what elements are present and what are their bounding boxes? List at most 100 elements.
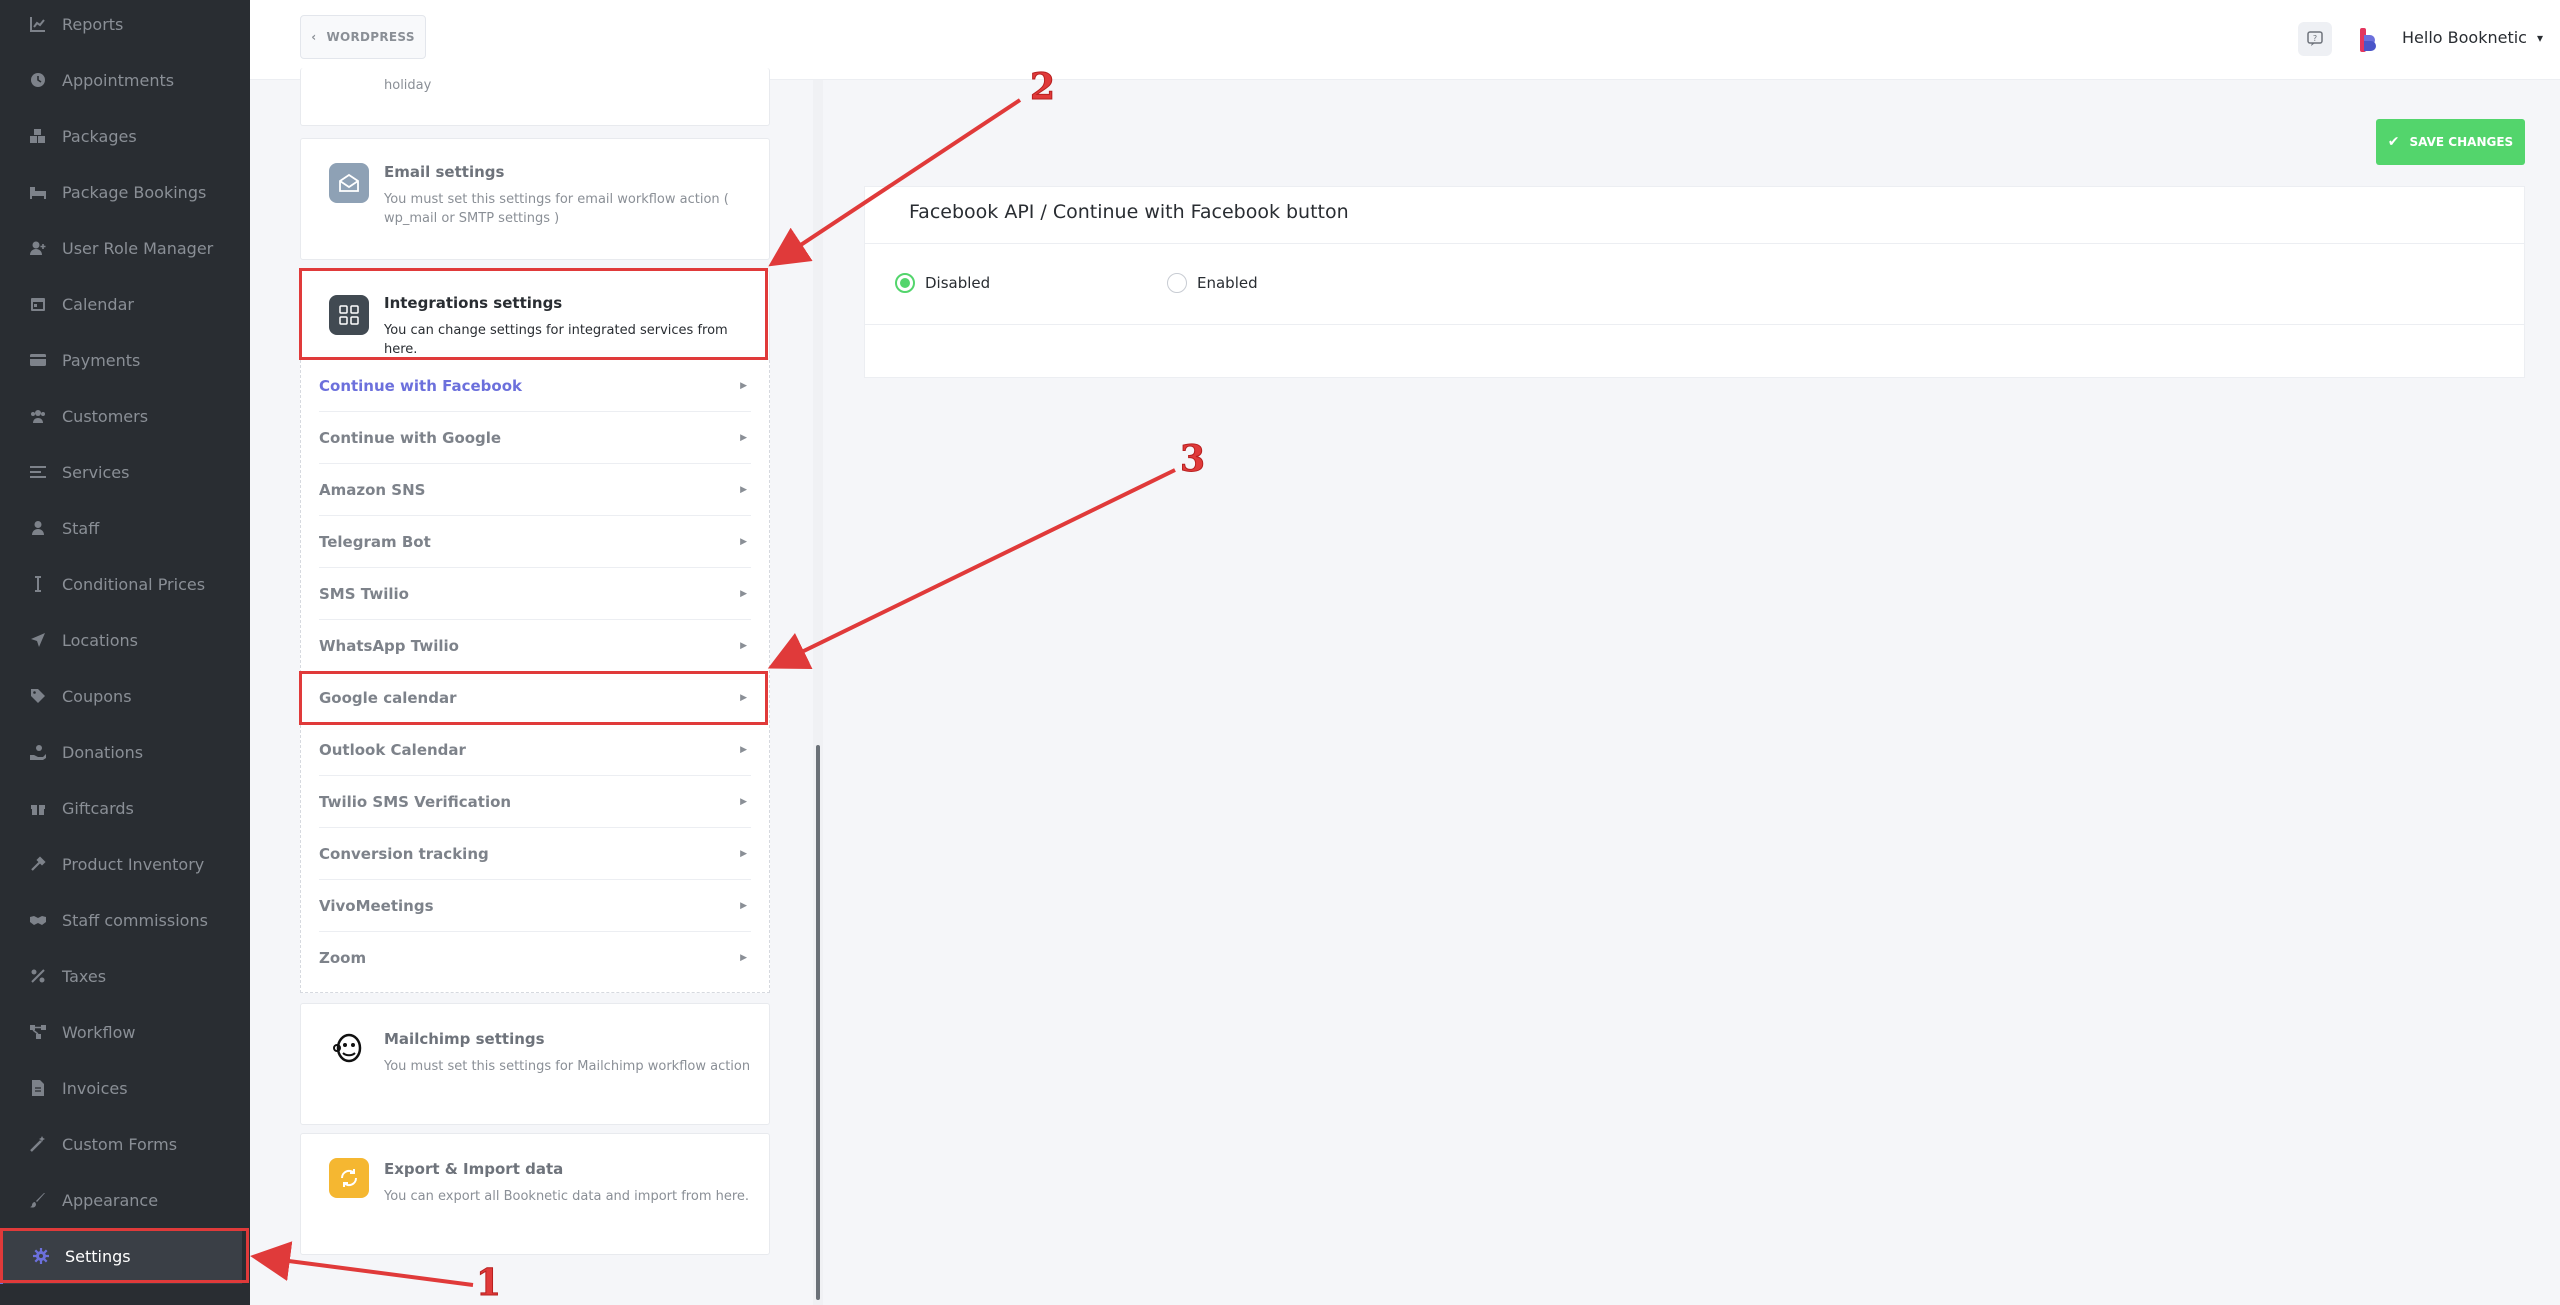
file-icon [30, 1080, 46, 1096]
submenu-item-label: Zoom [319, 949, 367, 967]
save-label: SAVE CHANGES [2409, 135, 2514, 149]
svg-text:?: ? [2313, 34, 2317, 43]
sidebar-item-packages[interactable]: Packages [0, 108, 242, 164]
submenu-item-continue-with-facebook[interactable]: Continue with Facebook ▶ [319, 360, 751, 412]
radio-dot [895, 273, 915, 293]
sidebar-item-label: Coupons [62, 686, 132, 706]
sidebar-item-staff[interactable]: Staff [0, 500, 242, 556]
sidebar-item-label: Invoices [62, 1078, 128, 1098]
bed-icon [30, 184, 46, 200]
sidebar-item-reports[interactable]: Reports [0, 0, 242, 52]
tag-icon [30, 688, 46, 704]
magic-icon [30, 1136, 46, 1152]
sidebar-item-label: Appearance [62, 1190, 159, 1210]
submenu-item-label: Continue with Facebook [319, 376, 523, 395]
caret-right-icon: ▶ [740, 848, 747, 859]
settings-menu-scrollbar[interactable] [813, 80, 823, 1305]
sidebar-item-locations[interactable]: Locations [0, 612, 242, 668]
sidebar-item-workflow[interactable]: Workflow [0, 1004, 242, 1060]
radio-label: Enabled [1197, 274, 1258, 292]
sidebar-item-custom-forms[interactable]: Custom Forms [0, 1116, 242, 1172]
sidebar-item-coupons[interactable]: Coupons [0, 668, 242, 724]
sidebar-item-invoices[interactable]: Invoices [0, 1060, 242, 1116]
radio-disabled[interactable]: Disabled [895, 273, 990, 293]
sidebar-item-giftcards[interactable]: Giftcards [0, 780, 242, 836]
chevron-left-icon: ‹ [311, 30, 317, 44]
submenu-item-sms-twilio[interactable]: SMS Twilio ▶ [319, 568, 751, 620]
sidebar-item-donations[interactable]: Donations [0, 724, 242, 780]
submenu-item-continue-with-google[interactable]: Continue with Google ▶ [319, 412, 751, 464]
submenu-item-twilio-sms-verification[interactable]: Twilio SMS Verification ▶ [319, 776, 751, 828]
panel-title: Facebook API / Continue with Facebook bu… [909, 201, 1349, 223]
card-title: Email settings [384, 163, 505, 181]
sidebar-item-label: Calendar [62, 294, 134, 314]
sidebar: Reports Appointments Packages Package Bo… [0, 0, 250, 1305]
sidebar-item-package-bookings[interactable]: Package Bookings [0, 164, 242, 220]
caret-right-icon: ▶ [740, 536, 747, 547]
submenu-item-amazon-sns[interactable]: Amazon SNS ▶ [319, 464, 751, 516]
annotation-highlight-integrations [299, 268, 768, 360]
sidebar-item-taxes[interactable]: Taxes [0, 948, 242, 1004]
calendar-icon [30, 296, 46, 312]
sidebar-item-label: Workflow [62, 1022, 136, 1042]
sidebar-item-label: Conditional Prices [62, 574, 206, 594]
settings-card-email[interactable]: Email settings You must set this setting… [300, 138, 770, 260]
sidebar-item-appearance[interactable]: Appearance [0, 1172, 242, 1228]
caret-right-icon: ▶ [740, 588, 747, 599]
settings-card-export-import[interactable]: Export & Import data You can export all … [300, 1133, 770, 1255]
submenu-item-telegram-bot[interactable]: Telegram Bot ▶ [319, 516, 751, 568]
help-icon: ? [2307, 31, 2323, 46]
facebook-toggle-options: Disabled Enabled [865, 243, 2524, 325]
sidebar-item-label: Donations [62, 742, 144, 762]
chevron-down-icon: ▾ [2536, 30, 2543, 45]
radio-enabled[interactable]: Enabled [1167, 273, 1258, 293]
submenu-item-zoom[interactable]: Zoom ▶ [319, 932, 751, 984]
submenu-item-outlook-calendar[interactable]: Outlook Calendar ▶ [319, 724, 751, 776]
annotation-number-3: 3 [1179, 438, 1206, 481]
card-description: holiday [384, 78, 432, 93]
sync-icon [329, 1158, 369, 1198]
sidebar-item-label: Reports [62, 14, 124, 34]
check-icon: ✔ [2387, 134, 2400, 150]
submenu-item-whatsapp-twilio[interactable]: WhatsApp Twilio ▶ [319, 620, 751, 672]
caret-right-icon: ▶ [740, 744, 747, 755]
facebook-settings-panel: Facebook API / Continue with Facebook bu… [864, 186, 2525, 378]
settings-card-holidays[interactable]: holiday [300, 68, 770, 126]
submenu-item-conversion-tracking[interactable]: Conversion tracking ▶ [319, 828, 751, 880]
caret-right-icon: ▶ [740, 380, 747, 391]
annotation-number-2: 2 [1029, 66, 1056, 109]
sidebar-item-appointments[interactable]: Appointments [0, 52, 242, 108]
settings-card-mailchimp[interactable]: Mailchimp settings You must set this set… [300, 1003, 770, 1125]
sidebar-item-product-inventory[interactable]: Product Inventory [0, 836, 242, 892]
card-description: You must set this settings for Mailchimp… [384, 1059, 751, 1074]
credit-card-icon [30, 352, 46, 368]
sidebar-item-label: Giftcards [62, 798, 134, 818]
sidebar-item-label: Taxes [62, 966, 107, 986]
sidebar-item-customers[interactable]: Customers [0, 388, 242, 444]
back-to-wordpress-button[interactable]: ‹ WORDPRESS [300, 15, 426, 59]
sidebar-item-services[interactable]: Services [0, 444, 242, 500]
submenu-item-vivomeetings[interactable]: VivoMeetings ▶ [319, 880, 751, 932]
help-button[interactable]: ? [2298, 22, 2332, 56]
sidebar-item-user-role-manager[interactable]: User Role Manager [0, 220, 242, 276]
submenu-item-label: VivoMeetings [319, 896, 434, 915]
caret-right-icon: ▶ [740, 640, 747, 651]
sidebar-item-label: Packages [62, 126, 137, 146]
sidebar-item-label: Locations [62, 630, 139, 650]
save-changes-button[interactable]: ✔ SAVE CHANGES [2376, 119, 2525, 165]
brush-icon [30, 1192, 46, 1208]
annotation-highlight-settings [0, 1228, 249, 1283]
submenu-item-label: Outlook Calendar [319, 740, 466, 759]
sidebar-item-label: Customers [62, 406, 149, 426]
submenu-item-label: SMS Twilio [319, 584, 409, 603]
user-greeting: Hello Booknetic [2402, 28, 2527, 47]
mailchimp-icon [329, 1028, 369, 1068]
sidebar-item-calendar[interactable]: Calendar [0, 276, 242, 332]
card-title: Export & Import data [384, 1160, 564, 1178]
sidebar-item-label: User Role Manager [62, 238, 214, 258]
sidebar-item-staff-commissions[interactable]: Staff commissions [0, 892, 242, 948]
submenu-item-label: WhatsApp Twilio [319, 636, 459, 655]
user-menu[interactable]: Hello Booknetic ▾ [2402, 28, 2543, 47]
sidebar-item-payments[interactable]: Payments [0, 332, 242, 388]
sidebar-item-conditional-prices[interactable]: Conditional Prices [0, 556, 242, 612]
